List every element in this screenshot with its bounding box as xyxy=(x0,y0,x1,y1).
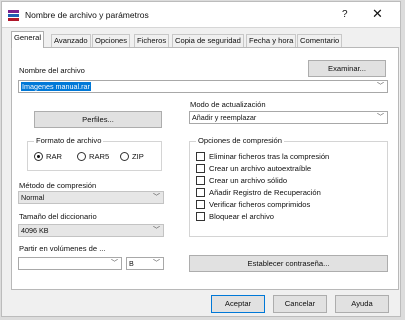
general-panel: Nombre del archivo Examinar... Imagenes … xyxy=(11,47,399,290)
update-mode-select[interactable]: Añadir y reemplazar ﹀ xyxy=(189,111,388,124)
compression-method-label: Método de compresión xyxy=(19,181,97,190)
solid-archive-checkbox[interactable] xyxy=(196,176,205,185)
compression-options-group: Opciones de compresión Eliminar ficheros… xyxy=(189,136,388,237)
dialog-window: Nombre de archivo y parámetros ? ✕ Gener… xyxy=(1,1,401,317)
profiles-button[interactable]: Perfiles... xyxy=(34,111,162,128)
dictionary-size-select[interactable]: 4096 KB ﹀ xyxy=(18,224,164,237)
chevron-down-icon[interactable]: ﹀ xyxy=(377,112,384,123)
solid-archive-label[interactable]: Crear un archivo sólido xyxy=(209,176,287,185)
format-group: Formato de archivo RAR RAR5 ZIP xyxy=(27,136,162,171)
chevron-down-icon[interactable]: ﹀ xyxy=(111,258,118,269)
split-unit-select[interactable]: B ﹀ xyxy=(126,257,164,270)
radio-selected-dot xyxy=(37,155,40,158)
split-size-combo[interactable]: ﹀ xyxy=(18,257,122,270)
verify-files-checkbox[interactable] xyxy=(196,200,205,209)
compression-method-select[interactable]: Normal ﹀ xyxy=(18,191,164,204)
tab-copia-de-seguridad[interactable]: Copia de seguridad xyxy=(172,34,244,47)
recovery-record-checkbox[interactable] xyxy=(196,188,205,197)
format-radio-zip[interactable] xyxy=(120,152,129,161)
format-rar-label[interactable]: RAR xyxy=(46,152,62,161)
compression-options-title: Opciones de compresión xyxy=(196,136,284,145)
chevron-down-icon[interactable]: ﹀ xyxy=(153,258,160,269)
tab-fecha-y-hora[interactable]: Fecha y hora xyxy=(246,34,297,47)
format-group-title: Formato de archivo xyxy=(34,136,104,145)
format-zip-label[interactable]: ZIP xyxy=(132,152,144,161)
format-rar5-label[interactable]: RAR5 xyxy=(89,152,109,161)
archive-name-label: Nombre del archivo xyxy=(19,66,85,75)
split-unit-value: B xyxy=(129,259,134,268)
update-mode-label: Modo de actualización xyxy=(190,100,266,109)
format-radio-rar[interactable] xyxy=(34,152,43,161)
lock-archive-checkbox[interactable] xyxy=(196,212,205,221)
tab-avanzado[interactable]: Avanzado xyxy=(51,34,91,47)
tab-comentario[interactable]: Comentario xyxy=(297,34,343,47)
update-mode-value: Añadir y reemplazar xyxy=(192,113,257,122)
help-title-button[interactable]: ? xyxy=(342,9,348,20)
archive-name-value[interactable]: Imagenes manual.rar xyxy=(21,82,91,91)
chevron-down-icon[interactable]: ﹀ xyxy=(153,225,160,236)
archive-name-combo[interactable]: Imagenes manual.rar ﹀ xyxy=(18,80,388,93)
split-volumes-label: Partir en volúmenes de ... xyxy=(19,244,106,253)
sfx-checkbox[interactable] xyxy=(196,164,205,173)
winrar-books-icon xyxy=(8,10,19,21)
tab-opciones[interactable]: Opciones xyxy=(92,34,131,47)
browse-button[interactable]: Examinar... xyxy=(308,60,386,77)
dictionary-size-value: 4096 KB xyxy=(21,226,49,235)
chevron-down-icon[interactable]: ﹀ xyxy=(377,81,384,92)
verify-files-label[interactable]: Verificar ficheros comprimidos xyxy=(209,200,310,209)
window-title: Nombre de archivo y parámetros xyxy=(25,10,149,20)
recovery-record-label[interactable]: Añadir Registro de Recuperación xyxy=(209,188,321,197)
set-password-button[interactable]: Establecer contraseña... xyxy=(189,255,388,272)
tab-strip: General Avanzado Opciones Ficheros Copia… xyxy=(11,31,399,48)
cancel-button[interactable]: Cancelar xyxy=(273,295,327,313)
lock-archive-label[interactable]: Bloquear el archivo xyxy=(209,212,274,221)
compression-method-value: Normal xyxy=(21,193,45,202)
title-bar: Nombre de archivo y parámetros ? ✕ xyxy=(2,2,400,28)
help-button[interactable]: Ayuda xyxy=(335,295,389,313)
tab-general[interactable]: General xyxy=(11,31,45,48)
format-radio-rar5[interactable] xyxy=(77,152,86,161)
tab-ficheros[interactable]: Ficheros xyxy=(134,34,170,47)
ok-button[interactable]: Aceptar xyxy=(211,295,265,313)
delete-files-label[interactable]: Eliminar ficheros tras la compresión xyxy=(209,152,329,161)
dictionary-size-label: Tamaño del diccionario xyxy=(19,212,97,221)
chevron-down-icon[interactable]: ﹀ xyxy=(153,192,160,203)
sfx-label[interactable]: Crear un archivo autoextraíble xyxy=(209,164,311,173)
close-button[interactable]: ✕ xyxy=(372,7,383,20)
delete-files-checkbox[interactable] xyxy=(196,152,205,161)
